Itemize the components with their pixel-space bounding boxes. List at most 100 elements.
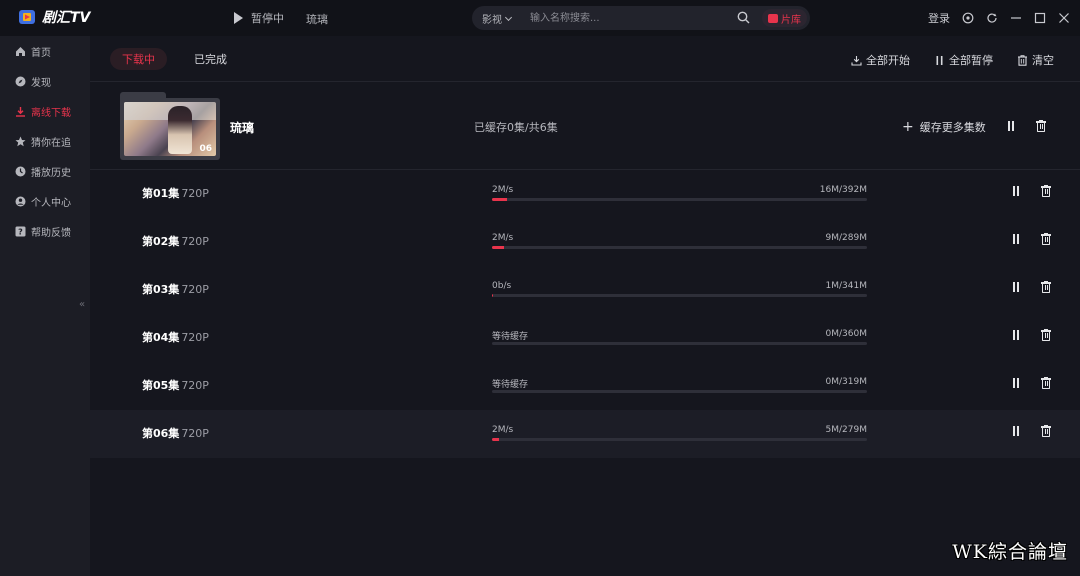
- sidebar-item-recommend[interactable]: 猜你在追: [0, 126, 90, 156]
- sidebar-item-history[interactable]: 播放历史: [0, 156, 90, 186]
- download-speed: 2M/s: [492, 233, 514, 243]
- download-icon: [16, 106, 25, 117]
- episode-name: 第06集 720P: [142, 425, 209, 441]
- episode-quality: 720P: [181, 331, 209, 344]
- episode-title: 第02集: [142, 235, 180, 248]
- clear-all-button[interactable]: 清空: [1017, 52, 1054, 68]
- pause-all-button[interactable]: 全部暂停: [934, 52, 993, 68]
- episode-title: 第01集: [142, 187, 180, 200]
- pause-icon[interactable]: [1010, 233, 1022, 245]
- now-playing-title[interactable]: 琉璃: [306, 11, 328, 27]
- progress-bar: [492, 342, 867, 345]
- playback-status-label: 暂停中: [251, 12, 284, 25]
- episode-quality: 720P: [181, 427, 209, 440]
- sidebar-item-home[interactable]: 首页: [0, 36, 90, 66]
- sidebar: 首页 发现 离线下载 猜你在追 播放历史 个人中心 ? 帮助反馈 «: [0, 36, 90, 576]
- chevron-down-icon: [504, 13, 513, 21]
- show-group-row[interactable]: 06 琉璃 已缓存0集/共6集 + 缓存更多集数: [90, 82, 1080, 170]
- pause-icon[interactable]: [1010, 281, 1022, 293]
- delete-icon[interactable]: [1040, 233, 1052, 245]
- show-folder-thumbnail[interactable]: 06: [120, 92, 220, 160]
- download-size: 16M/392M: [819, 185, 867, 195]
- show-row-actions: [1005, 120, 1047, 132]
- cache-more-episodes-button[interactable]: + 缓存更多集数: [902, 119, 986, 135]
- sidebar-item-offline-download[interactable]: 离线下载: [0, 96, 90, 126]
- playback-status[interactable]: 暂停中: [234, 10, 284, 26]
- delete-icon[interactable]: [1040, 185, 1052, 197]
- delete-icon[interactable]: [1040, 377, 1052, 389]
- download-speed: 等待缓存: [492, 332, 529, 342]
- download-size: 5M/279M: [825, 425, 867, 435]
- episode-row-actions: [1010, 329, 1052, 341]
- play-icon: [234, 12, 243, 24]
- download-speed: 0b/s: [492, 281, 512, 291]
- delete-icon[interactable]: [1040, 425, 1052, 437]
- tab-downloading[interactable]: 下载中: [110, 48, 167, 70]
- close-icon[interactable]: [1058, 12, 1070, 24]
- settings-icon[interactable]: [962, 12, 974, 24]
- pause-icon[interactable]: [1005, 120, 1017, 132]
- svg-text:?: ?: [18, 227, 23, 236]
- logo-icon: [19, 10, 35, 24]
- download-toolbar: 全部开始 全部暂停 清空: [827, 52, 1054, 68]
- pause-icon[interactable]: [1010, 329, 1022, 341]
- sidebar-item-label: 帮助反馈: [31, 227, 71, 239]
- sidebar-item-label: 发现: [31, 77, 51, 89]
- search-input[interactable]: [530, 10, 700, 26]
- episode-title: 第04集: [142, 331, 180, 344]
- delete-icon[interactable]: [1040, 281, 1052, 293]
- episode-quality: 720P: [181, 283, 209, 296]
- clear-all-label: 清空: [1032, 54, 1054, 67]
- pause-icon[interactable]: [1010, 185, 1022, 197]
- episode-name: 第03集 720P: [142, 281, 209, 297]
- delete-icon[interactable]: [1035, 120, 1047, 132]
- sidebar-item-label: 首页: [31, 47, 51, 59]
- library-button[interactable]: 片库: [762, 9, 807, 27]
- app-logo[interactable]: 剧汇TV: [18, 7, 90, 27]
- start-all-button[interactable]: 全部开始: [851, 52, 910, 68]
- episode-name: 第04集 720P: [142, 329, 209, 345]
- episode-row[interactable]: 第02集 720P 2M/s 9M/289M: [90, 218, 1080, 266]
- search-category-label: 影视: [482, 15, 502, 26]
- progress-fill: [492, 246, 504, 249]
- episode-row[interactable]: 第03集 720P 0b/s 1M/341M: [90, 266, 1080, 314]
- episode-row[interactable]: 第04集 720P 等待缓存 0M/360M: [90, 314, 1080, 362]
- episode-name: 第05集 720P: [142, 377, 209, 393]
- episode-row[interactable]: 第05集 720P 等待缓存 0M/319M: [90, 362, 1080, 410]
- episode-title: 第05集: [142, 379, 180, 392]
- compass-icon: [15, 76, 26, 86]
- watermark: WK綜合論壇: [952, 541, 1068, 563]
- episode-row-actions: [1010, 425, 1052, 437]
- plus-icon: +: [902, 118, 914, 135]
- download-speed: 2M/s: [492, 425, 514, 435]
- home-icon: [16, 46, 25, 56]
- progress-fill: [492, 198, 508, 201]
- episode-row[interactable]: 第01集 720P 2M/s 16M/392M: [90, 170, 1080, 218]
- sidebar-item-label: 猜你在追: [31, 137, 71, 149]
- progress-bar: [492, 390, 867, 393]
- maximize-icon[interactable]: [1034, 12, 1046, 24]
- trash-icon: [1018, 54, 1027, 66]
- pause-icon[interactable]: [1010, 425, 1022, 437]
- episode-count-badge: 06: [199, 144, 212, 154]
- episode-row[interactable]: 第06集 720P 2M/s 5M/279M: [90, 410, 1080, 458]
- start-all-label: 全部开始: [866, 54, 910, 67]
- sidebar-item-help[interactable]: ? 帮助反馈: [0, 216, 90, 246]
- search-category-select[interactable]: 影视: [482, 11, 513, 26]
- refresh-icon[interactable]: [986, 12, 998, 24]
- search-icon[interactable]: [737, 11, 750, 24]
- pause-icon[interactable]: [1010, 377, 1022, 389]
- episode-quality: 720P: [181, 379, 209, 392]
- sidebar-item-discover[interactable]: 发现: [0, 66, 90, 96]
- delete-icon[interactable]: [1040, 329, 1052, 341]
- login-link[interactable]: 登录: [928, 10, 950, 26]
- star-icon: [15, 136, 26, 146]
- episode-quality: 720P: [181, 187, 209, 200]
- tab-completed[interactable]: 已完成: [182, 48, 239, 70]
- app-name: 剧汇TV: [42, 10, 91, 26]
- user-icon: [15, 196, 26, 206]
- sidebar-item-profile[interactable]: 个人中心: [0, 186, 90, 216]
- sidebar-collapse-button[interactable]: «: [79, 299, 85, 310]
- minimize-icon[interactable]: [1010, 12, 1022, 24]
- episode-title: 第03集: [142, 283, 180, 296]
